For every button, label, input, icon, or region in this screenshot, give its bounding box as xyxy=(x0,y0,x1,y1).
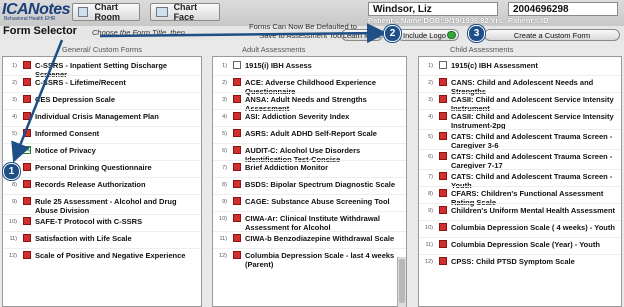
callout-1-badge: 1 xyxy=(3,163,20,180)
callout-arrows xyxy=(11,23,387,163)
arrow-1 xyxy=(11,39,64,163)
callout-3-badge: 3 xyxy=(468,25,485,42)
callout-2-badge: 2 xyxy=(384,25,401,42)
arrow-2 xyxy=(99,23,387,44)
